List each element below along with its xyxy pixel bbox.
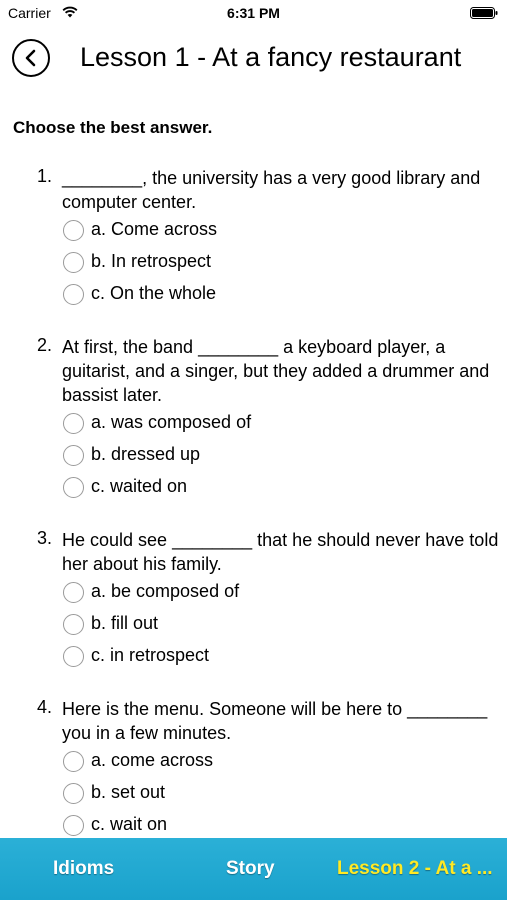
radio-button[interactable] <box>63 582 84 603</box>
question-text: Here is the menu. Someone will be here t… <box>62 699 488 743</box>
radio-button[interactable] <box>63 646 84 667</box>
option-label: a. Come across <box>91 219 218 239</box>
question-text: He could see ________ that he should nev… <box>62 530 499 574</box>
radio-button[interactable] <box>63 220 84 241</box>
tab-story[interactable]: Story <box>226 838 275 900</box>
option-label: b. set out <box>91 782 166 802</box>
option-label: b. fill out <box>91 613 159 633</box>
option-label: b. In retrospect <box>91 251 212 271</box>
question-number: 4. <box>37 697 53 717</box>
radio-button[interactable] <box>63 614 84 635</box>
instructions: Choose the best answer. <box>13 118 213 137</box>
option-label: b. dressed up <box>91 444 201 464</box>
tab-idioms[interactable]: Idioms <box>53 838 114 900</box>
radio-button[interactable] <box>63 413 84 434</box>
radio-button[interactable] <box>63 284 84 305</box>
nav-header: Lesson 1 - At a fancy restaurant <box>0 36 507 84</box>
radio-button[interactable] <box>63 252 84 273</box>
question-text: ________, the university has a very good… <box>62 168 481 212</box>
question-text: At first, the band ________ a keyboard p… <box>62 337 490 405</box>
option-label: c. in retrospect <box>91 645 210 665</box>
tab-next-lesson[interactable]: Lesson 2 - At a ... <box>337 838 493 900</box>
radio-button[interactable] <box>63 477 84 498</box>
question-number: 2. <box>37 335 53 355</box>
page-title: Lesson 1 - At a fancy restaurant <box>80 42 462 72</box>
option-label: c. wait on <box>91 814 168 834</box>
option-label: a. be composed of <box>91 581 240 601</box>
radio-button[interactable] <box>63 445 84 466</box>
chevron-left-icon <box>25 49 36 67</box>
radio-button[interactable] <box>63 751 84 772</box>
tab-bar: Idioms Story Lesson 2 - At a ... <box>0 838 507 900</box>
radio-button[interactable] <box>63 783 84 804</box>
option-label: a. was composed of <box>91 412 252 432</box>
clock: 6:31 PM <box>227 5 280 21</box>
option-label: c. waited on <box>91 476 188 496</box>
option-label: a. come across <box>91 750 214 770</box>
question-number: 1. <box>37 166 53 186</box>
option-label: c. On the whole <box>91 283 217 303</box>
status-bar: Carrier 6:31 PM <box>0 0 507 28</box>
radio-button[interactable] <box>63 815 84 836</box>
battery-icon <box>470 7 498 19</box>
question-number: 3. <box>37 528 53 548</box>
back-button[interactable] <box>12 39 50 77</box>
